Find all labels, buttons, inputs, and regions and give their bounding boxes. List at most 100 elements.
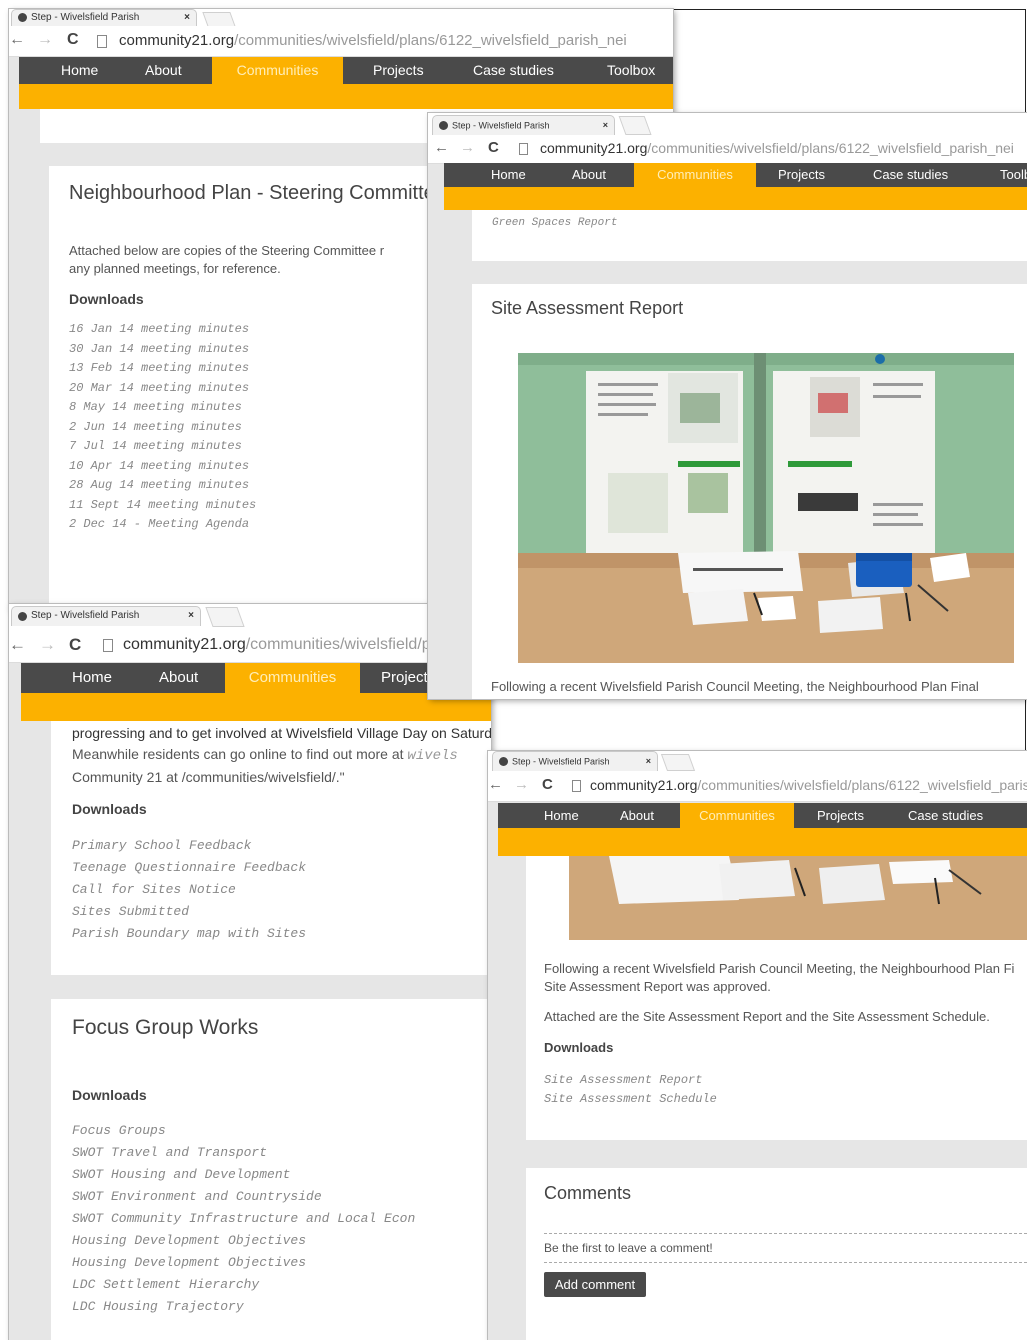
- download-link[interactable]: SWOT Travel and Transport: [72, 1142, 415, 1164]
- back-icon[interactable]: ←: [488, 776, 503, 793]
- comments-title: Comments: [544, 1183, 632, 1203]
- new-tab-button[interactable]: [205, 607, 245, 627]
- download-link[interactable]: SWOT Community Infrastructure and Local …: [72, 1208, 415, 1230]
- forward-icon[interactable]: →: [37, 31, 53, 49]
- photo-illustration: [518, 353, 1014, 663]
- site-assessment-card: Site Assessment Report Following a recen…: [472, 284, 1027, 699]
- section-title: Neighbourhood Plan - Steering Committe: [69, 182, 435, 204]
- browser-tab[interactable]: Step - Wivelsfield Parish ×: [11, 9, 197, 26]
- prev-card: Green Spaces Report: [472, 210, 1027, 261]
- site-nav: Home About Communities Projects Case stu…: [498, 803, 1027, 828]
- download-link[interactable]: Call for Sites Notice: [72, 879, 306, 901]
- nav-about[interactable]: About: [145, 57, 182, 84]
- download-link[interactable]: LDC Housing Trajectory: [72, 1296, 415, 1318]
- back-icon[interactable]: ←: [9, 31, 25, 49]
- download-link[interactable]: 13 Feb 14 meeting minutes: [69, 359, 256, 379]
- download-link[interactable]: Site Assessment Schedule: [544, 1090, 717, 1109]
- nav-case-studies[interactable]: Case studies: [473, 57, 554, 84]
- download-link[interactable]: Primary School Feedback: [72, 835, 306, 857]
- nav-communities[interactable]: Communities: [680, 803, 794, 828]
- nav-projects[interactable]: Projects: [373, 57, 424, 84]
- site-report-attached: Attached are the Site Assessment Report …: [544, 1009, 990, 1024]
- download-link[interactable]: 28 Aug 14 meeting minutes: [69, 476, 256, 496]
- close-tab-icon[interactable]: ×: [184, 10, 190, 25]
- download-link[interactable]: SWOT Environment and Countryside: [72, 1186, 415, 1208]
- page-icon: [519, 143, 528, 155]
- nav-accent-bar: [444, 187, 1027, 210]
- website-link[interactable]: wivels: [407, 748, 457, 764]
- download-link[interactable]: Site Assessment Report: [544, 1071, 717, 1090]
- reload-icon[interactable]: C: [542, 776, 553, 793]
- new-tab-button[interactable]: [202, 12, 236, 27]
- site-nav: Home About Communities Projects Case stu…: [19, 57, 673, 84]
- nav-about[interactable]: About: [620, 803, 654, 828]
- reload-icon[interactable]: C: [488, 139, 499, 156]
- section-title: Site Assessment Report: [491, 298, 684, 318]
- download-link[interactable]: Parish Boundary map with Sites: [72, 923, 306, 945]
- download-link[interactable]: Sites Submitted: [72, 901, 306, 923]
- new-tab-button[interactable]: [660, 754, 696, 771]
- nav-home[interactable]: Home: [491, 163, 526, 187]
- close-tab-icon[interactable]: ×: [188, 607, 194, 625]
- browser-tab[interactable]: Step - Wivelsfield Parish ×: [432, 115, 615, 135]
- download-link[interactable]: 20 Mar 14 meeting minutes: [69, 379, 256, 399]
- download-link[interactable]: SWOT Housing and Development: [72, 1164, 415, 1186]
- close-tab-icon[interactable]: ×: [603, 116, 608, 134]
- download-link[interactable]: 30 Jan 14 meeting minutes: [69, 340, 256, 360]
- nav-projects[interactable]: Projects: [817, 803, 864, 828]
- nav-communities[interactable]: Communities: [212, 57, 343, 84]
- forward-icon[interactable]: →: [39, 635, 56, 655]
- reload-icon[interactable]: C: [69, 635, 81, 655]
- browser-tab[interactable]: Step - Wivelsfield Parish ×: [492, 751, 658, 771]
- download-link[interactable]: Focus Groups: [72, 1120, 415, 1142]
- nav-toolbox[interactable]: Toolbox: [607, 57, 655, 84]
- nav-about[interactable]: About: [572, 163, 606, 187]
- download-link[interactable]: 16 Jan 14 meeting minutes: [69, 320, 256, 340]
- forward-icon[interactable]: →: [514, 776, 529, 793]
- back-icon[interactable]: ←: [9, 635, 26, 655]
- download-link[interactable]: 7 Jul 14 meeting minutes: [69, 437, 256, 457]
- download-link[interactable]: Green Spaces Report: [492, 214, 617, 234]
- site-report-card: Following a recent Wivelsfield Parish Co…: [526, 856, 1027, 1140]
- download-link[interactable]: Housing Development Objectives: [72, 1230, 415, 1252]
- close-tab-icon[interactable]: ×: [646, 752, 651, 770]
- nav-home[interactable]: Home: [72, 663, 112, 693]
- download-link[interactable]: 11 Sept 14 meeting minutes: [69, 496, 256, 516]
- address-bar[interactable]: community21.org/communities/wivelsfield/…: [540, 140, 1014, 156]
- new-tab-button[interactable]: [618, 116, 652, 135]
- nav-toolbox[interactable]: Toolbox: [1000, 163, 1027, 187]
- address-bar[interactable]: community21.org/communities/wivelsfield/…: [590, 777, 1027, 793]
- nav-case-studies[interactable]: Case studies: [908, 803, 983, 828]
- nav-communities[interactable]: Communities: [634, 163, 756, 187]
- download-link[interactable]: 2 Dec 14 - Meeting Agenda: [69, 515, 256, 535]
- download-link[interactable]: Teenage Questionnaire Feedback: [72, 857, 306, 879]
- nav-about[interactable]: About: [159, 663, 198, 693]
- village-day-links: Primary School Feedback Teenage Question…: [72, 835, 306, 945]
- forward-icon[interactable]: →: [460, 139, 475, 156]
- download-link[interactable]: Housing Development Objectives: [72, 1252, 415, 1274]
- back-icon[interactable]: ←: [434, 139, 449, 156]
- nav-case-studies[interactable]: Case studies: [873, 163, 948, 187]
- download-link[interactable]: 2 Jun 14 meeting minutes: [69, 418, 256, 438]
- download-link[interactable]: LDC Settlement Hierarchy: [72, 1274, 415, 1296]
- display-boards-photo: [518, 353, 1014, 663]
- reload-icon[interactable]: C: [67, 31, 79, 49]
- add-comment-button[interactable]: Add comment: [544, 1272, 646, 1297]
- page-content: Green Spaces Report Site Assessment Repo…: [428, 210, 1027, 699]
- nav-home[interactable]: Home: [61, 57, 98, 84]
- nav-projects[interactable]: Projects: [778, 163, 825, 187]
- focus-links: Focus Groups SWOT Travel and Transport S…: [72, 1120, 415, 1318]
- nav-home[interactable]: Home: [544, 803, 579, 828]
- browser-window-comments: Step - Wivelsfield Parish × ← → C commun…: [488, 751, 1027, 1340]
- steering-links: 16 Jan 14 meeting minutes 30 Jan 14 meet…: [69, 320, 256, 535]
- address-toolbar: ← → C community21.org/communities/wivels…: [9, 628, 491, 663]
- nav-communities[interactable]: Communities: [225, 663, 360, 693]
- address-toolbar: ← → C community21.org/communities/wivels…: [428, 135, 1027, 164]
- download-link[interactable]: 8 May 14 meeting minutes: [69, 398, 256, 418]
- browser-tab[interactable]: Step - Wivelsfield Parish ×: [11, 606, 201, 626]
- village-day-text: progressing and to get involved at Wivel…: [72, 725, 491, 785]
- page-favicon-icon: [18, 611, 27, 621]
- address-bar[interactable]: community21.org/communities/wivelsfield/…: [119, 32, 627, 49]
- nav-accent-bar: [498, 828, 1027, 856]
- download-link[interactable]: 10 Apr 14 meeting minutes: [69, 457, 256, 477]
